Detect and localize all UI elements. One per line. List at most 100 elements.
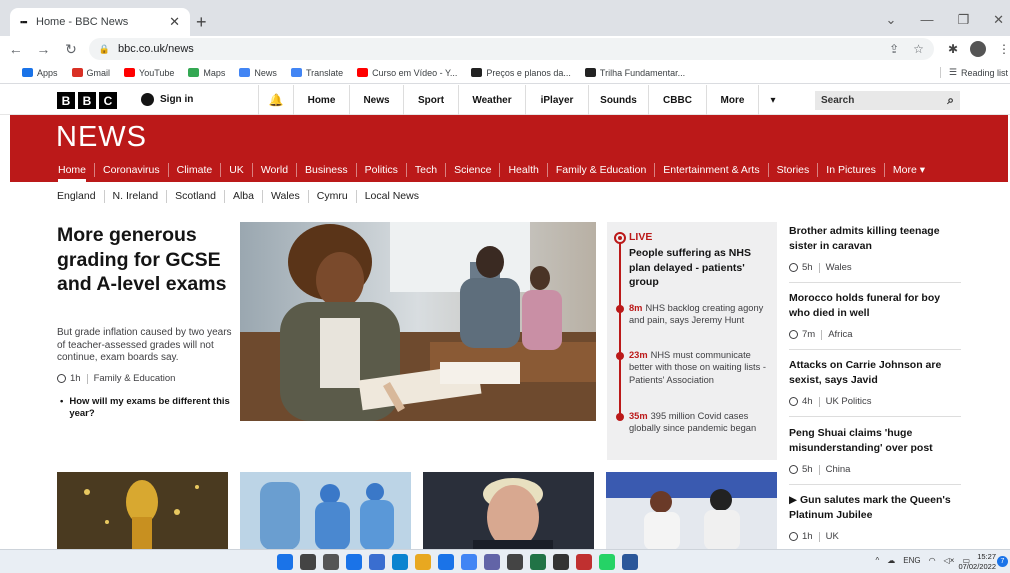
bookmark-trilha[interactable]: Trilha Fundamentar... bbox=[584, 68, 685, 78]
widgets-icon[interactable] bbox=[346, 554, 362, 570]
story-tag[interactable]: China bbox=[826, 464, 851, 475]
chrome-icon[interactable] bbox=[461, 554, 477, 570]
thumbnail-curling[interactable] bbox=[606, 472, 777, 550]
notification-badge[interactable]: 7 bbox=[997, 556, 1008, 567]
region-scotland[interactable]: Scotland bbox=[167, 190, 225, 203]
bbc-logo[interactable]: B B C bbox=[57, 92, 117, 109]
live-update[interactable]: 23m NHS must communicate better with thos… bbox=[629, 349, 771, 386]
chat-icon[interactable] bbox=[369, 554, 385, 570]
story-tag[interactable]: UK Politics bbox=[826, 396, 872, 407]
section-more[interactable]: More ▾ bbox=[885, 163, 933, 177]
thumbnail-medical-staff[interactable] bbox=[240, 472, 411, 550]
bookmark-gmail[interactable]: Gmail bbox=[71, 68, 110, 78]
region-n-ireland[interactable]: N. Ireland bbox=[105, 190, 168, 203]
nav-weather[interactable]: Weather bbox=[459, 85, 526, 115]
section-coronavirus[interactable]: Coronavirus bbox=[95, 163, 169, 177]
section-uk[interactable]: UK bbox=[221, 163, 253, 177]
section-family-education[interactable]: Family & Education bbox=[548, 163, 656, 177]
section-entertainment-arts[interactable]: Entertainment & Arts bbox=[655, 163, 769, 177]
nav-home[interactable]: Home bbox=[294, 85, 350, 115]
profile-avatar[interactable] bbox=[970, 41, 986, 57]
story-headline[interactable]: Brother admits killing teenage sister in… bbox=[789, 224, 961, 254]
nav-sounds[interactable]: Sounds bbox=[589, 85, 649, 115]
bookmark-youtube[interactable]: YouTube bbox=[124, 68, 174, 78]
forward-icon[interactable]: → bbox=[32, 41, 56, 57]
lock-icon[interactable]: 🔒 bbox=[99, 44, 110, 55]
region-cymru[interactable]: Cymru bbox=[309, 190, 357, 203]
restore-button[interactable]: ❐ bbox=[957, 12, 969, 28]
section-health[interactable]: Health bbox=[500, 163, 548, 177]
store-icon[interactable] bbox=[438, 554, 454, 570]
start-icon[interactable] bbox=[277, 554, 293, 570]
live-coverage-box[interactable]: LIVE People suffering as NHS plan delaye… bbox=[607, 222, 777, 460]
story-headline-video[interactable]: ▶ Gun salutes mark the Queen's Platinum … bbox=[789, 493, 961, 523]
region-alba[interactable]: Alba bbox=[225, 190, 263, 203]
lead-tag[interactable]: Family & Education bbox=[94, 373, 176, 384]
nav-iplayer[interactable]: iPlayer bbox=[526, 85, 589, 115]
nav-sport[interactable]: Sport bbox=[404, 85, 459, 115]
live-update[interactable]: 8m NHS backlog creating agony and pain, s… bbox=[629, 302, 771, 327]
section-business[interactable]: Business bbox=[297, 163, 357, 177]
story-item[interactable]: Peng Shuai claims 'huge misunderstanding… bbox=[789, 426, 961, 485]
lead-headline[interactable]: More generous grading for GCSE and A-lev… bbox=[57, 223, 235, 297]
lead-image-student-writing[interactable] bbox=[240, 222, 596, 421]
reading-list-button[interactable]: ☰ Reading list bbox=[939, 67, 1008, 78]
close-tab-icon[interactable]: ✕ bbox=[169, 14, 180, 30]
story-tag[interactable]: Wales bbox=[826, 262, 852, 273]
section-politics[interactable]: Politics bbox=[357, 163, 407, 177]
back-icon[interactable]: ← bbox=[4, 41, 28, 57]
section-home[interactable]: Home bbox=[50, 163, 96, 182]
teams-icon[interactable] bbox=[484, 554, 500, 570]
bookmark-curso-em-video[interactable]: Curso em Vídeo - Y... bbox=[357, 68, 457, 78]
story-headline[interactable]: Attacks on Carrie Johnson are sexist, sa… bbox=[789, 358, 961, 388]
tab-search-icon[interactable]: ⌄ bbox=[886, 12, 897, 28]
close-window-button[interactable]: ✕ bbox=[993, 12, 1004, 28]
task-view-icon[interactable] bbox=[323, 554, 339, 570]
nav-cbbc[interactable]: CBBC bbox=[649, 85, 707, 115]
thumbnail-boris-johnson[interactable] bbox=[423, 472, 594, 550]
story-item[interactable]: Attacks on Carrie Johnson are sexist, sa… bbox=[789, 358, 961, 417]
notepad-icon[interactable] bbox=[507, 554, 523, 570]
search-input[interactable]: Search ⌕ bbox=[815, 91, 960, 110]
nav-more[interactable]: More bbox=[707, 85, 759, 115]
bookmark-precos[interactable]: Preços e planos da... bbox=[471, 68, 571, 78]
extensions-puzzle-icon[interactable]: ✱ bbox=[948, 42, 958, 56]
wifi-icon[interactable]: ◠ bbox=[929, 556, 936, 565]
section-world[interactable]: World bbox=[253, 163, 298, 177]
section-tech[interactable]: Tech bbox=[407, 163, 447, 177]
bookmark-translate[interactable]: Translate bbox=[290, 68, 343, 78]
bookmark-star-icon[interactable]: ☆ bbox=[913, 42, 924, 56]
story-item[interactable]: ▶ Gun salutes mark the Queen's Platinum … bbox=[789, 493, 961, 542]
minimize-button[interactable]: — bbox=[920, 12, 933, 28]
more-chevron-icon[interactable]: ▾ bbox=[759, 85, 787, 115]
terminal-icon[interactable] bbox=[553, 554, 569, 570]
url-bar[interactable]: 🔒 bbc.co.uk/news ⇪ ☆ bbox=[88, 38, 934, 60]
story-tag[interactable]: UK bbox=[826, 531, 839, 542]
browser-tab[interactable]: ▪▪▪ Home - BBC News ✕ bbox=[10, 8, 190, 36]
story-tag[interactable]: Africa bbox=[828, 329, 852, 340]
thumbnail-trophy[interactable] bbox=[57, 472, 228, 550]
section-stories[interactable]: Stories bbox=[769, 163, 819, 177]
reload-icon[interactable]: ↻ bbox=[59, 41, 83, 58]
new-tab-button[interactable]: + bbox=[196, 12, 207, 33]
region-wales[interactable]: Wales bbox=[263, 190, 309, 203]
bookmark-maps[interactable]: Maps bbox=[188, 68, 225, 78]
taskbar-clock[interactable]: 15:27 07/02/2022 bbox=[958, 552, 996, 572]
story-item[interactable]: Brother admits killing teenage sister in… bbox=[789, 224, 961, 283]
paint-icon[interactable] bbox=[576, 554, 592, 570]
live-update[interactable]: 35m 395 million Covid cases globally sinc… bbox=[629, 410, 771, 435]
whatsapp-icon[interactable] bbox=[599, 554, 615, 570]
section-climate[interactable]: Climate bbox=[169, 163, 222, 177]
menu-kebab-icon[interactable]: ⋮ bbox=[998, 42, 1010, 56]
volume-icon[interactable]: ◁× bbox=[944, 556, 955, 565]
bookmark-apps[interactable]: Apps bbox=[22, 68, 58, 78]
file-explorer-icon[interactable] bbox=[415, 554, 431, 570]
news-logo[interactable]: NEWS bbox=[56, 121, 147, 154]
section-in-pictures[interactable]: In Pictures bbox=[818, 163, 885, 177]
lead-related-link[interactable]: • How will my exams be different this ye… bbox=[60, 396, 235, 420]
region-local-news[interactable]: Local News bbox=[357, 190, 427, 203]
story-headline[interactable]: Peng Shuai claims 'huge misunderstanding… bbox=[789, 426, 961, 456]
share-icon[interactable]: ⇪ bbox=[889, 42, 899, 56]
search-icon[interactable] bbox=[300, 554, 316, 570]
region-england[interactable]: England bbox=[49, 190, 105, 203]
